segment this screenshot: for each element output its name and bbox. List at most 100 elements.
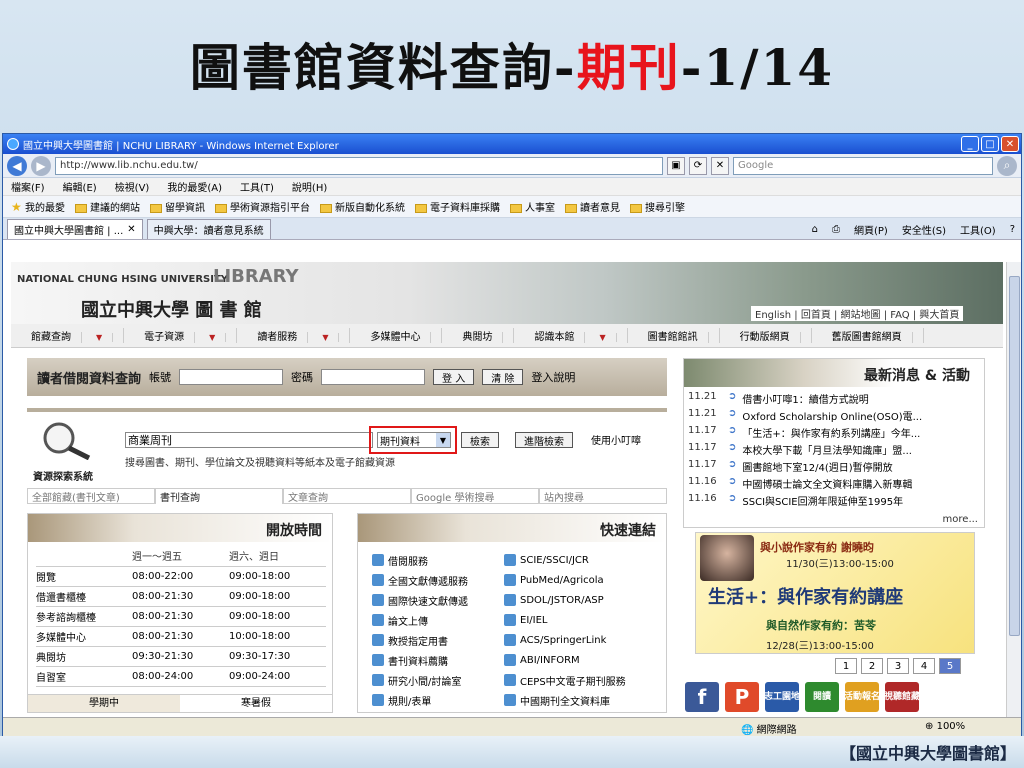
password-field[interactable] [321,369,426,385]
list-item[interactable]: 11.17 ➲ 圖書館地下室12/4(週日)暫停開放 [688,459,984,476]
clear-button[interactable]: 清 除 [482,369,524,385]
tool-security[interactable]: 安全性(S) [902,222,946,237]
address-input[interactable]: http://www.lib.nchu.edu.tw/ [55,156,663,175]
compat-icon[interactable]: ▣ [667,156,685,175]
event-icon[interactable]: 活動報名 [844,682,880,712]
fav-item[interactable]: 學術資源指引平台 [214,199,310,214]
tab-library[interactable]: 國立中興大學圖書館 | ... ✕ [7,219,143,239]
page-button[interactable]: 4 [913,658,935,674]
facebook-icon[interactable]: f [685,682,719,712]
quick-link[interactable]: SCIE/SSCI/JCR [504,552,664,568]
fav-item[interactable]: 建議的網站 [74,199,140,214]
tab-close-icon[interactable]: ✕ [127,224,135,235]
quick-link[interactable]: 國際快速文獻傳遞 [372,592,500,608]
quick-link[interactable]: 教授指定用書 [372,632,500,648]
quick-link[interactable]: 中國期刊全文資料庫 [504,692,664,708]
tab-site[interactable]: 站內搜尋 [539,488,667,504]
quick-link[interactable]: 研究小間/討論室 [372,672,500,688]
nav-item[interactable]: 館藏查詢 ▼ [11,328,125,343]
stop-icon[interactable]: ✕ [711,156,729,175]
quick-link[interactable]: 規則/表單 [372,692,500,708]
list-item[interactable]: 11.17 ➲ 本校大學下載「月旦法學知識庫」盟... [688,442,984,459]
tips-link[interactable]: 使用小叮嚀 [591,432,641,447]
quick-link[interactable]: 論文上傳 [372,612,500,628]
page-button[interactable]: 3 [887,658,909,674]
quick-link[interactable]: 借閱服務 [372,552,500,568]
maximize-button[interactable]: □ [981,136,999,152]
back-button[interactable]: ◀ [7,155,27,176]
scrollbar-thumb[interactable] [1009,276,1020,636]
search-input[interactable]: Google [733,156,993,175]
menu-help[interactable]: 說明(H) [292,179,327,194]
type-select[interactable]: 期刊資料 ▼ [377,432,451,448]
tab-books[interactable]: 書刊查詢 [155,488,283,504]
minimize-button[interactable]: _ [961,136,979,152]
list-item[interactable]: 11.16 ➲ 中國博碩士論文全文資料庫購入新專輯 [688,476,984,493]
search-button[interactable]: 檢索 [461,432,499,448]
account-field[interactable] [179,369,284,385]
list-item[interactable]: 11.16 ➲ SSCI與SCIE回溯年限延伸至1995年 [688,493,984,510]
tab-scholar[interactable]: Google 學術搜尋 [411,488,539,504]
quick-link[interactable]: CEPS中文電子期刊服務 [504,672,664,688]
list-item[interactable]: 11.21 ➲ 借書小叮嚀1：續借方式說明 [688,391,984,408]
fav-item[interactable]: 人事室 [509,199,555,214]
page-button[interactable]: 1 [835,658,857,674]
tab-articles[interactable]: 文章查詢 [283,488,411,504]
refresh-icon[interactable]: ⟳ [689,156,707,175]
more-link[interactable]: more... [943,514,978,525]
query-input[interactable]: 商業周刊 [125,432,373,448]
av-collection-icon[interactable]: 視聽館藏 [884,682,920,712]
nav-item[interactable]: 讀者服務 ▼ [237,328,351,343]
quick-link[interactable]: ACS/SpringerLink [504,632,664,648]
reading-icon[interactable]: 閱讀 [805,682,839,712]
fav-item[interactable]: 新版自動化系統 [319,199,405,214]
fav-item[interactable]: 電子資料庫採購 [414,199,500,214]
page-button[interactable]: 2 [861,658,883,674]
page-button[interactable]: 5 [939,658,961,674]
volunteer-icon[interactable]: 志工園地 [764,682,800,712]
list-item[interactable]: 11.17 ➲ 「生活+：與作家有約系列講座」今年... [688,425,984,442]
nav-item[interactable]: 典閱坊 [442,328,515,343]
nav-item[interactable]: 舊版圖書館網頁 [812,328,924,343]
scrollbar[interactable] [1006,262,1021,717]
fav-item[interactable]: 讀者意見 [564,199,620,214]
plurk-icon[interactable]: P [725,682,759,712]
tab-semester[interactable]: 學期中 [28,694,180,712]
quick-link[interactable]: PubMed/Agricola [504,572,664,588]
nav-item[interactable]: 圖書館館訊 [628,328,720,343]
zoom-level[interactable]: ⊕ 100% [925,721,965,732]
tab-feedback[interactable]: 中興大學：讀者意見系統 [146,219,271,239]
menu-view[interactable]: 檢視(V) [115,179,150,194]
advanced-search-button[interactable]: 進階檢索 [515,432,573,448]
nav-item[interactable]: 認識本館 ▼ [514,328,628,343]
close-button[interactable]: ✕ [1001,136,1019,152]
favorites-button[interactable]: ★ 我的最愛 [11,199,65,214]
nav-item[interactable]: 行動版網頁 [720,328,812,343]
quick-link[interactable]: 書刊資料薦購 [372,652,500,668]
quick-link[interactable]: SDOL/JSTOR/ASP [504,592,664,608]
menu-favorites[interactable]: 我的最愛(A) [167,179,222,194]
fav-item[interactable]: 搜尋引擎 [629,199,685,214]
quick-link[interactable]: 全國文獻傳遞服務 [372,572,500,588]
help-icon[interactable]: ? [1010,224,1015,235]
promo-banner[interactable]: 與小說作家有約 謝曉昀 11/30(三)13:00-15:00 生活+：與作家有… [695,532,975,654]
tab-vacation[interactable]: 寒暑假 [180,694,332,712]
tool-page[interactable]: 網頁(P) [854,222,888,237]
fav-item[interactable]: 留學資訊 [149,199,205,214]
quick-link[interactable]: ABI/INFORM [504,652,664,668]
menu-tools[interactable]: 工具(T) [240,179,274,194]
quick-link[interactable]: EI/IEL [504,612,664,628]
nav-item[interactable]: 多媒體中心 [350,328,443,343]
forward-button[interactable]: ▶ [31,155,51,176]
login-help-link[interactable]: 登入說明 [531,369,575,385]
print-icon[interactable]: ⎙ [832,224,840,235]
login-button[interactable]: 登 入 [433,369,475,385]
top-links[interactable]: English | 回首頁 | 網站地圖 | FAQ | 興大首頁 [751,306,964,321]
search-icon[interactable]: ⌕ [997,155,1017,176]
tool-tools[interactable]: 工具(O) [960,222,996,237]
tab-all[interactable]: 全部館藏(書刊文章) [27,488,155,504]
nav-item[interactable]: 電子資源 ▼ [124,328,238,343]
list-item[interactable]: 11.21 ➲ Oxford Scholarship Online(OSO)電... [688,408,984,425]
menu-edit[interactable]: 編輯(E) [63,179,97,194]
menu-file[interactable]: 檔案(F) [11,179,45,194]
